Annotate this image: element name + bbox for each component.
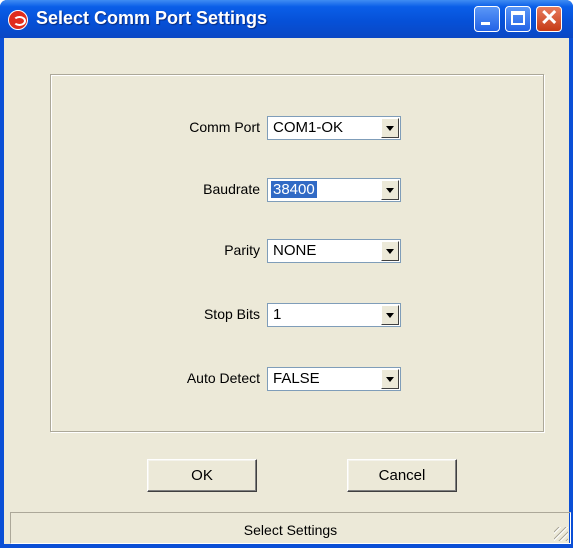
parity-value: NONE — [273, 242, 317, 259]
minimize-icon — [481, 22, 490, 25]
status-text: Select Settings — [243, 522, 338, 538]
cancel-button[interactable]: Cancel — [347, 459, 457, 492]
chevron-down-icon[interactable] — [381, 369, 399, 389]
resize-grip-icon[interactable] — [554, 527, 568, 541]
stop-bits-select[interactable]: 1 — [267, 303, 401, 327]
baudrate-value: 38400 — [271, 181, 317, 198]
auto-detect-value: FALSE — [273, 370, 320, 387]
stop-bits-label: Stop Bits — [203, 306, 260, 322]
chevron-down-icon[interactable] — [381, 241, 399, 261]
chevron-down-icon[interactable] — [381, 180, 399, 200]
maximize-button[interactable] — [505, 6, 531, 32]
minimize-button[interactable] — [474, 6, 500, 32]
app-icon[interactable] — [8, 10, 28, 30]
ok-button[interactable]: OK — [147, 459, 257, 492]
maximize-icon — [511, 11, 525, 25]
chevron-down-icon[interactable] — [381, 118, 399, 138]
close-button[interactable]: ✕ — [536, 6, 562, 32]
stop-bits-value: 1 — [273, 306, 282, 323]
close-icon: ✕ — [540, 5, 559, 30]
title-bar[interactable]: Select Comm Port Settings ✕ — [0, 0, 573, 38]
status-bar: Select Settings — [10, 512, 571, 544]
baudrate-label: Baudrate — [203, 181, 260, 197]
window-title: Select Comm Port Settings — [36, 8, 268, 28]
parity-select[interactable]: NONE — [267, 239, 401, 263]
auto-detect-label: Auto Detect — [186, 370, 260, 386]
auto-detect-select[interactable]: FALSE — [267, 367, 401, 391]
comm-port-value: COM1-OK — [273, 119, 344, 136]
comm-port-label: Comm Port — [189, 119, 260, 135]
baudrate-select[interactable]: 38400 — [267, 178, 401, 202]
comm-port-select[interactable]: COM1-OK — [267, 116, 401, 140]
parity-label: Parity — [224, 242, 260, 258]
dialog-window: Select Comm Port Settings ✕ Comm Port CO… — [0, 0, 573, 548]
chevron-down-icon[interactable] — [381, 305, 399, 325]
